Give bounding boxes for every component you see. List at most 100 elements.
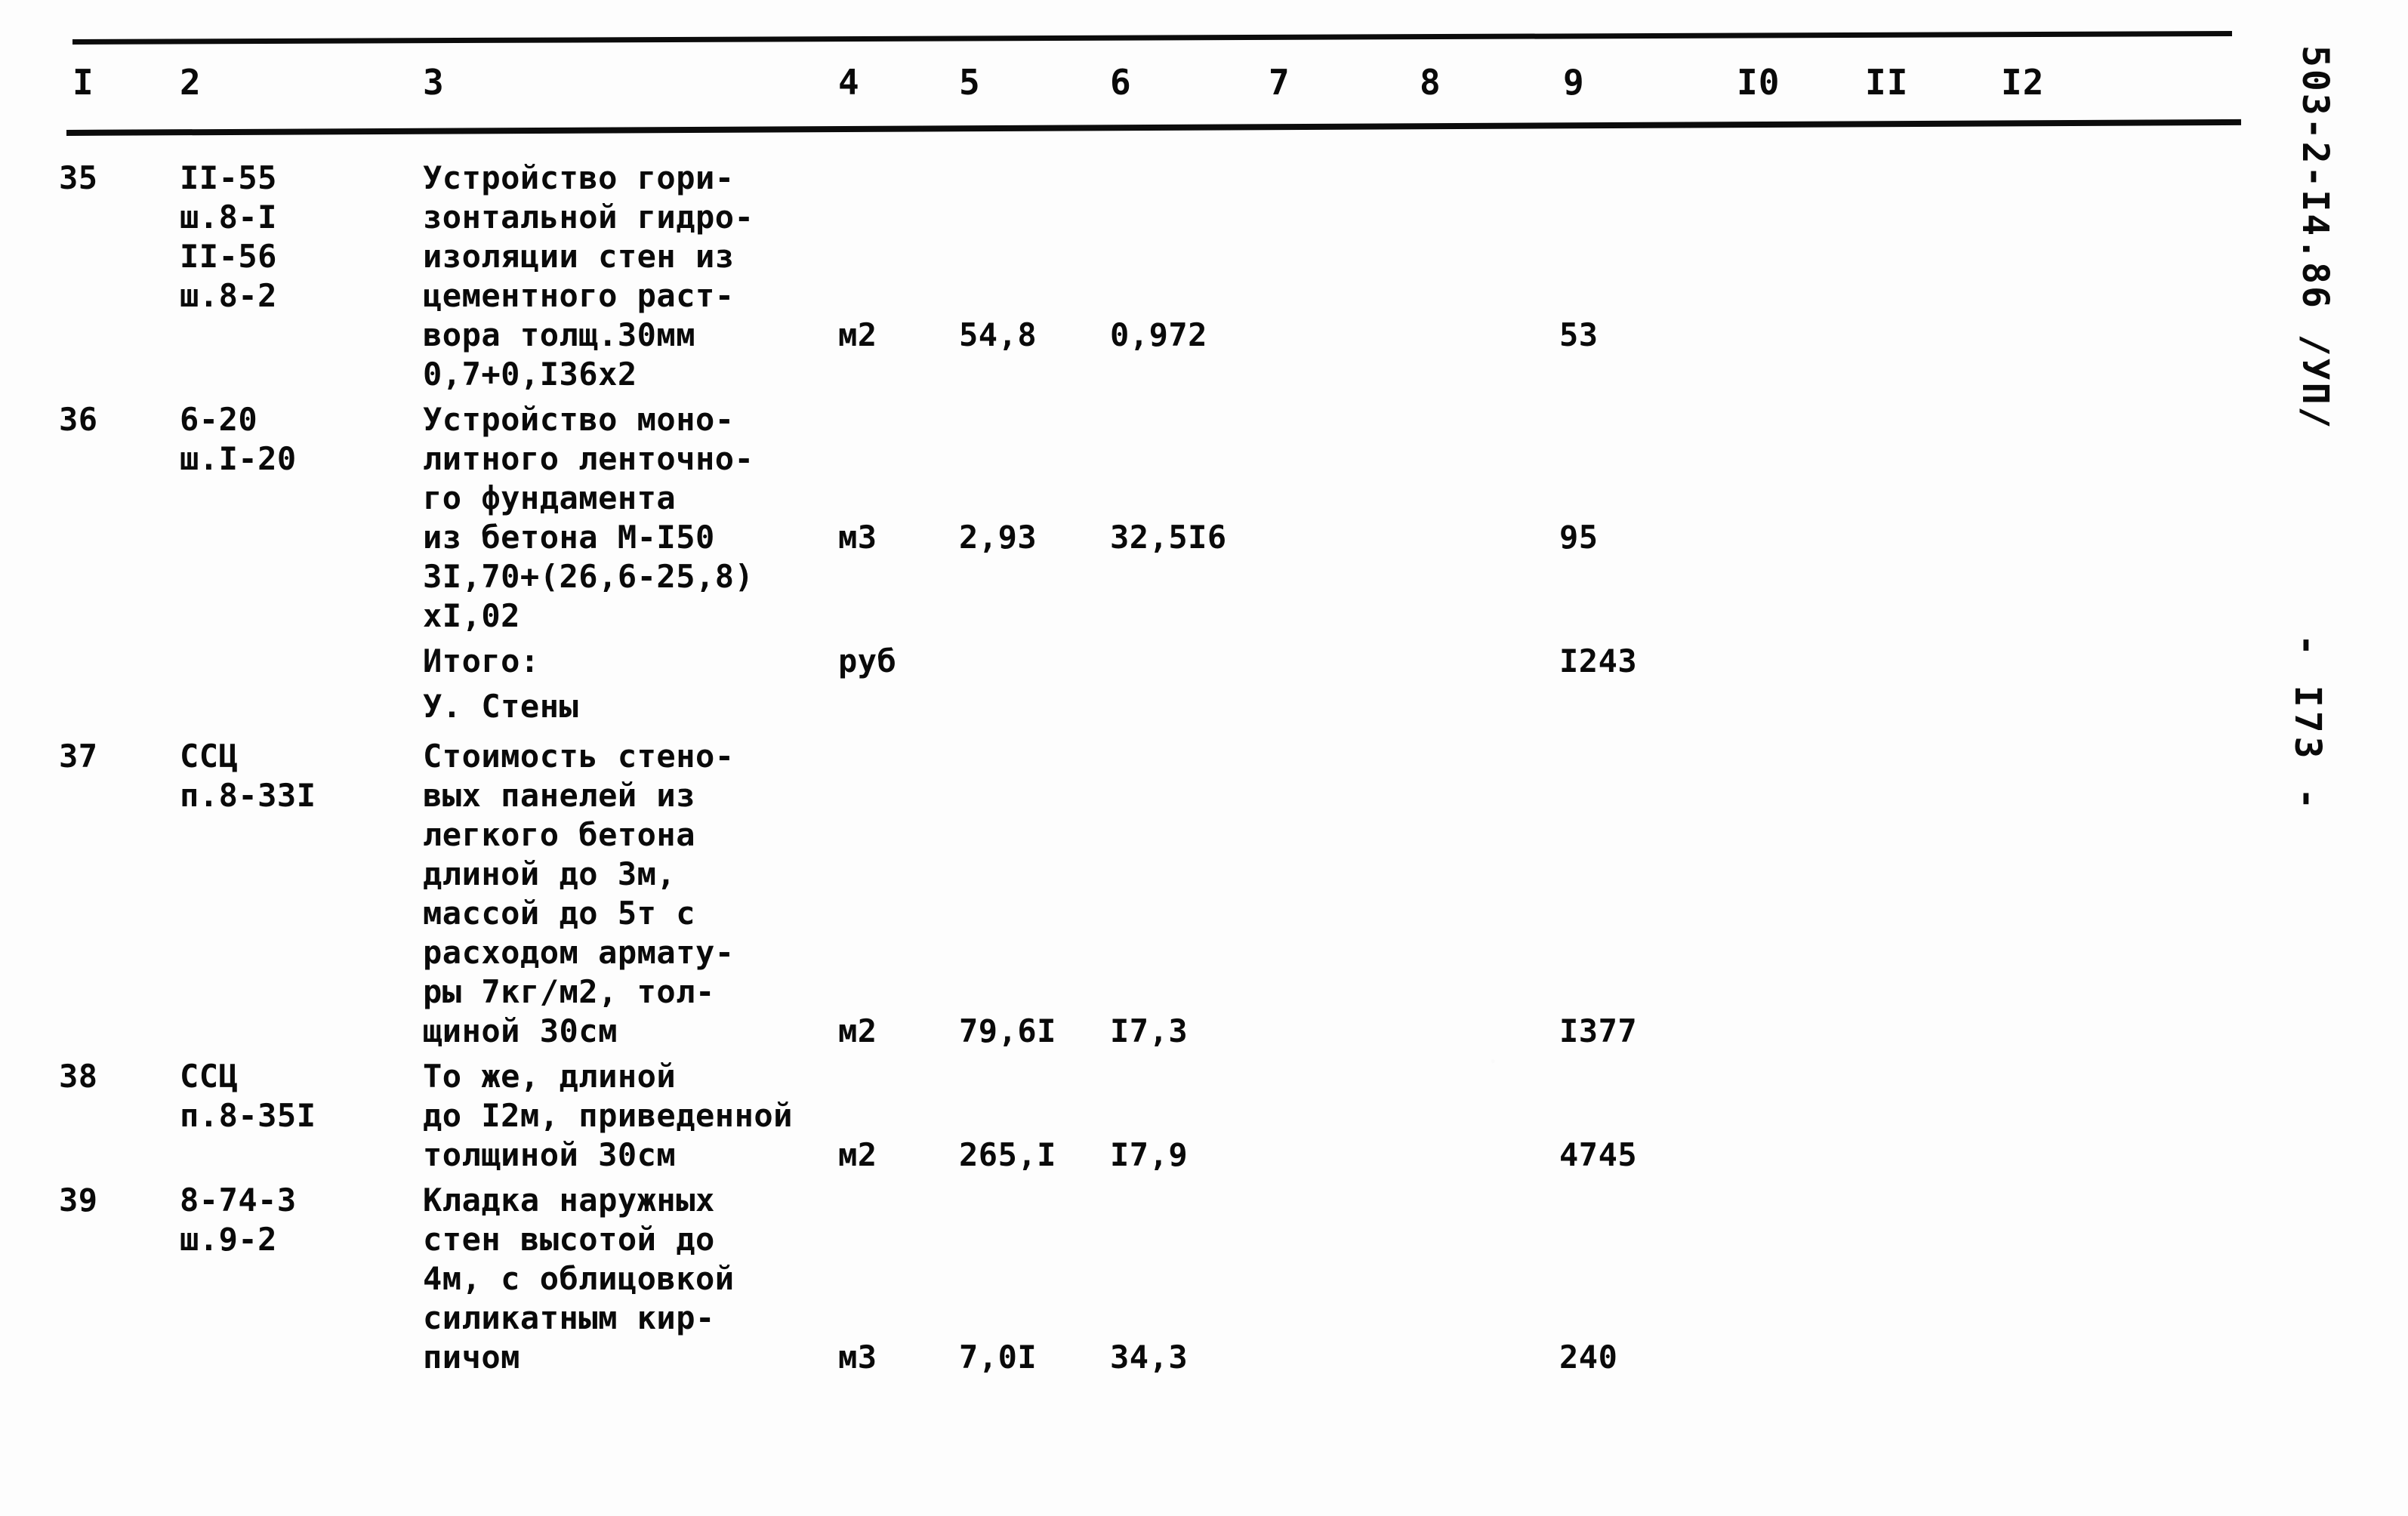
- code-line: ССЦ: [180, 1058, 239, 1095]
- column-header-7: 7: [1269, 62, 1290, 103]
- row-price-cell: 0,972: [1110, 316, 1207, 353]
- table-row: 36 6-20 ш.I-20 Устройство моно-литного лент…: [0, 400, 2408, 636]
- row-description-cell: Устройство гори-зонтальной гидро-изоляци…: [423, 159, 831, 394]
- code-line: п.8-33I: [180, 777, 316, 814]
- row-quantity-cell: 7,0I: [959, 1339, 1038, 1376]
- description-line: расходом армату-: [423, 934, 735, 971]
- column-header-9: 9: [1563, 62, 1585, 103]
- column-header-1: I: [72, 62, 94, 103]
- description-line: го фундамента: [423, 479, 677, 516]
- column-header-8: 8: [1420, 62, 1441, 103]
- row-number-cell: 35: [59, 159, 98, 196]
- description-line: из бетона М-I50: [423, 519, 715, 556]
- description-line: 4м, с облицовкой: [423, 1260, 735, 1297]
- code-line: II-55: [180, 159, 277, 196]
- description-line: вых панелей из: [423, 777, 696, 814]
- row-total-cell: 95: [1559, 519, 1599, 556]
- code-line: ш.8-I: [180, 199, 277, 236]
- column-header-12: I2: [2001, 62, 2045, 103]
- row-price-cell: I7,3: [1110, 1012, 1189, 1049]
- description-line: массой до 5т с: [423, 895, 696, 932]
- code-line: 6-20: [180, 401, 258, 438]
- description-line: У. Стены: [423, 688, 579, 725]
- code-line: ш.8-2: [180, 277, 277, 314]
- row-total-cell: 53: [1559, 316, 1599, 353]
- description-line: изоляции стен из: [423, 238, 735, 275]
- column-header-10: I0: [1737, 62, 1781, 103]
- table-row: 38 ССЦ п.8-35I То же, длиной до I2м, приведе…: [0, 1057, 2408, 1175]
- description-line: хI,02: [423, 597, 520, 634]
- row-description-cell: У. Стены: [423, 687, 831, 726]
- row-unit-cell: м2: [838, 1012, 877, 1049]
- code-line: ССЦ: [180, 738, 239, 775]
- table-row: 35 II-55 ш.8-I II-56 ш.8-2 Устройство гори-зо…: [0, 159, 2408, 394]
- row-code-cell: 8-74-3 ш.9-2: [180, 1181, 429, 1259]
- row-description-cell: Стоимость стено-вых панелей из легкого бе…: [423, 737, 831, 1051]
- row-total-cell: 4745: [1559, 1136, 1638, 1173]
- description-line: цементного раст-: [423, 277, 735, 314]
- description-line: пичом: [423, 1339, 520, 1376]
- column-header-2: 2: [180, 62, 202, 103]
- row-unit-cell: м3: [838, 1339, 877, 1376]
- row-number-cell: 38: [59, 1058, 98, 1095]
- description-line: Устройство моно-: [423, 401, 735, 438]
- code-line: 8-74-3: [180, 1182, 297, 1219]
- row-total-cell: I377: [1559, 1012, 1638, 1049]
- description-line: 0,7+0,I36х2: [423, 356, 637, 393]
- row-code-cell: 6-20 ш.I-20: [180, 400, 429, 479]
- scanned-page: I 2 3 4 5 6 7 8 9 I0 II I2 35 II-55 ш.8-I II-56 ш.8-2 Ус…: [0, 0, 2408, 1516]
- description-line: литного ленточно-: [423, 440, 754, 477]
- description-line: зонтальной гидро-: [423, 199, 754, 236]
- row-description-cell: То же, длиной до I2м, приведенной толщиной…: [423, 1057, 831, 1175]
- row-unit-cell: м2: [838, 1136, 877, 1173]
- description-line: Устройство гори-: [423, 159, 735, 196]
- row-unit-cell: руб: [838, 642, 897, 679]
- table-row: 39 8-74-3 ш.9-2 Кладка наружных стен высотой…: [0, 1181, 2408, 1377]
- table-row: 37 ССЦ п.8-33I Стоимость стено-вых панелей …: [0, 737, 2408, 1051]
- row-quantity-cell: 2,93: [959, 519, 1038, 556]
- row-code-cell: II-55 ш.8-I II-56 ш.8-2: [180, 159, 429, 316]
- description-line: легкого бетона: [423, 816, 696, 853]
- table-top-rule: [72, 31, 2232, 45]
- code-line: ш.I-20: [180, 440, 297, 477]
- row-number-cell: 39: [59, 1182, 98, 1219]
- row-number-cell: 37: [59, 738, 98, 775]
- description-line: То же, длиной: [423, 1058, 677, 1095]
- column-header-5: 5: [959, 62, 981, 103]
- code-line: ш.9-2: [180, 1221, 277, 1258]
- row-description-cell: Кладка наружных стен высотой до 4м, с обли…: [423, 1181, 831, 1377]
- description-line: толщиной 30см: [423, 1136, 677, 1173]
- description-line: стен высотой до: [423, 1221, 715, 1258]
- row-quantity-cell: 265,I: [959, 1136, 1056, 1173]
- description-line: ры 7кг/м2, тол-: [423, 973, 715, 1010]
- code-line: п.8-35I: [180, 1097, 316, 1134]
- row-number-cell: 36: [59, 401, 98, 438]
- description-line: 3I,70+(26,6-25,8): [423, 558, 754, 595]
- table-total-row: Итого: руб I243: [0, 642, 2408, 681]
- row-quantity-cell: 54,8: [959, 316, 1038, 353]
- column-header-6: 6: [1110, 62, 1132, 103]
- description-line: Стоимость стено-: [423, 738, 735, 775]
- description-line: вора толщ.30мм: [423, 316, 696, 353]
- description-line: щиной 30см: [423, 1012, 618, 1049]
- description-line: силикатным кир-: [423, 1299, 715, 1336]
- column-header-4: 4: [838, 62, 860, 103]
- code-line: II-56: [180, 238, 277, 275]
- row-total-cell: I243: [1559, 642, 1638, 679]
- column-header-11: II: [1865, 62, 1909, 103]
- column-header-3: 3: [423, 62, 445, 103]
- row-total-cell: 240: [1559, 1339, 1618, 1376]
- row-price-cell: 34,3: [1110, 1339, 1189, 1376]
- description-line: до I2м, приведенной: [423, 1097, 793, 1134]
- description-line: длиной до 3м,: [423, 855, 677, 892]
- table-section-row: У. Стены: [0, 687, 2408, 726]
- description-line: Итого:: [423, 642, 540, 679]
- table-header-rule: [66, 119, 2241, 136]
- row-description-cell: Итого:: [423, 642, 831, 681]
- row-unit-cell: м3: [838, 519, 877, 556]
- document-code: 503-2-I4.86 /УП/: [2294, 45, 2336, 431]
- row-unit-cell: м2: [838, 316, 877, 353]
- page-number: - I73 -: [2286, 634, 2329, 814]
- row-code-cell: ССЦ п.8-35I: [180, 1057, 429, 1135]
- row-code-cell: ССЦ п.8-33I: [180, 737, 429, 815]
